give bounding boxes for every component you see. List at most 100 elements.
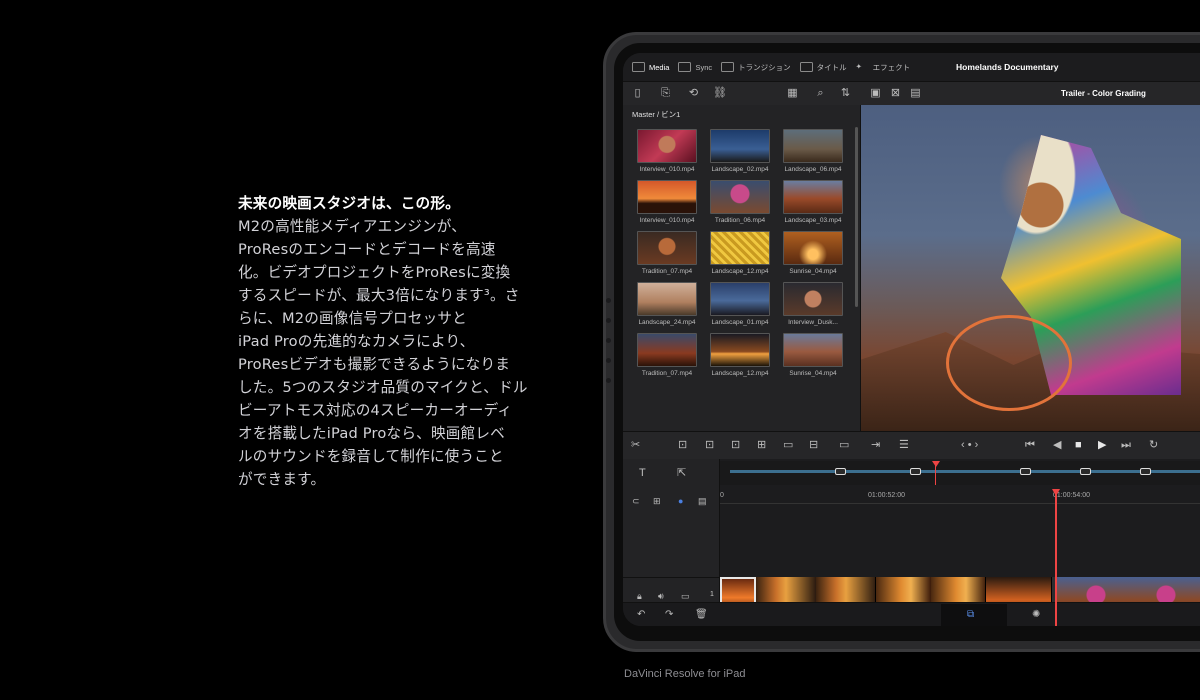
stop-icon[interactable]: ■ [1075,439,1082,452]
transition-icon [721,62,735,72]
cut-page-button[interactable]: ⧉ [941,604,1007,626]
panel-toggle-icon[interactable]: ▯ [631,87,644,99]
sync-icon [678,62,692,72]
clip-name: Landscape_01.mp4 [711,319,769,326]
clip-thumbnail[interactable]: Tradition_07.mp4 [637,231,697,275]
mini-timeline[interactable] [720,461,1200,485]
clip-tool-icon[interactable]: ⇱ [677,467,686,480]
play-icon[interactable]: ▶ [1098,439,1106,452]
camera-dot [606,358,611,363]
track-view-icon[interactable]: ▤ [698,495,707,508]
clip-thumbnail[interactable]: Landscape_01.mp4 [710,282,770,326]
camera-dot [606,338,611,343]
grid-view-icon[interactable]: ▦ [786,87,799,99]
import-icon[interactable]: ⎘ [659,87,672,99]
tab-media[interactable]: Media [632,62,669,72]
loop-icon[interactable]: ↻ [1149,439,1158,452]
video-viewer[interactable] [861,105,1200,431]
cut-page-icon: ⧉ [967,609,975,620]
image-view-icon[interactable]: ▣ [869,87,882,99]
tab-title[interactable]: タイトル [799,62,847,73]
clip-thumbnail[interactable]: Landscape_06.mp4 [783,129,843,173]
skip-back-icon[interactable]: ⏮ [1025,439,1035,452]
flag-icon[interactable]: ● [678,495,683,508]
edit-toolbar: ✂ ⊡ ⊡ ⊡ ⊞ ▭ ⊟ ▭ ⇥ ☰ ‹ • › ⏮ ◀ ■ ▶ ⏭ ↻ [623,431,1200,460]
redo-icon[interactable]: ↷ [665,609,673,620]
tab-transition[interactable]: トランジション [721,62,791,73]
skip-forward-icon[interactable]: ⏭ [1121,439,1131,452]
clip-thumbnail[interactable]: Sunrise_04.mp4 [783,231,843,275]
app-screen: Media Sync トランジション タイトル ✦ エフェクト Homeland… [623,53,1200,626]
title-tool-icon[interactable]: T [639,467,646,480]
relink-icon[interactable]: ⟲ [687,87,700,99]
blade-icon[interactable]: ✂ [631,439,640,452]
link-icon[interactable]: ⊞ [653,495,661,508]
fit-to-fill-icon[interactable]: ⊞ [757,439,766,452]
color-page-icon[interactable]: ✺ [1032,609,1040,620]
clip-thumbnail[interactable]: Interview_010.mp4 [637,129,697,173]
reverse-icon[interactable]: ◀ [1053,439,1061,452]
film-strip-icon[interactable]: ▤ [909,87,922,99]
clip-name: Interview_010.mp4 [639,166,695,173]
mini-playhead[interactable] [932,461,940,485]
toolbar: ▯ ⎘ ⟲ ⛓ ▦ ⌕ ⇅ ▣ ⊠ ▤ Trailer - Color Grad… [623,81,1200,107]
adjust-icon[interactable]: ☰ [899,439,909,452]
clip-thumbnail[interactable]: Landscape_12.mp4 [710,333,770,377]
unlink-icon[interactable]: ⛓ [713,87,727,99]
clip-thumbnail[interactable]: Landscape_12.mp4 [710,231,770,275]
snap-icon[interactable]: ⊂ [632,495,640,508]
replace-clip-icon[interactable]: ⊡ [731,439,740,452]
timecode-label: 01:00:52:00 [868,492,905,499]
tab-sync[interactable]: Sync [678,62,712,72]
track-label: 1 [710,591,714,598]
clip-thumbnail[interactable]: Landscape_24.mp4 [637,282,697,326]
viewer-frame-hoop [946,315,1072,411]
clip-thumbnail[interactable]: Sunrise_04.mp4 [783,333,843,377]
source-play-icon[interactable]: ⇥ [871,439,880,452]
search-icon[interactable]: ⌕ [814,87,827,99]
clip-thumbnail[interactable]: Tradition_06.mp4 [710,180,770,224]
place-on-top-icon[interactable]: ▭ [783,439,793,452]
timeline-ruler[interactable]: 0 01:00:52:00 01:00:54:00 [720,489,1200,504]
undo-icon[interactable]: ↶ [637,609,645,620]
timeline: T ⇱ ⊂ ⊞ ● ▤ 0 01:00:52:00 01:00:54:00 🔒︎… [623,459,1200,626]
media-pool-scrollbar[interactable] [855,127,858,307]
clip-name: Tradition_07.mp4 [641,268,693,275]
overwrite-clip-icon[interactable]: ⊡ [705,439,714,452]
append-icon[interactable]: ⊟ [809,439,818,452]
jog-control[interactable]: ‹ • › [961,439,978,452]
sort-icon[interactable]: ⇅ [839,87,852,99]
clip-thumbnail[interactable]: Interview_010.mp4 [637,180,697,224]
lock-icon[interactable]: 🔒︎ [637,591,642,602]
video-enable-icon[interactable]: ▭ [681,591,690,602]
audio-icon[interactable]: 🔊︎ [658,591,664,602]
body-text: M2の高性能メディアエンジンが、 ProResのエンコードとデコードを高速 化。… [238,218,528,488]
tab-effects[interactable]: ✦ エフェクト [856,62,911,73]
clip-name: Landscape_12.mp4 [711,268,769,275]
clip-thumbnail[interactable]: Interview_Dusk... [783,282,843,326]
clip-name: Landscape_02.mp4 [711,166,769,173]
trash-icon[interactable]: 🗑︎ [695,609,708,620]
clip-name: Interview_Dusk... [788,319,838,326]
timecode-label: 0 [720,492,724,499]
clip-thumbnail[interactable]: Landscape_03.mp4 [783,180,843,224]
title-icon [799,62,813,72]
clip-name: Landscape_12.mp4 [711,370,769,377]
clip-thumbnail[interactable]: Landscape_02.mp4 [710,129,770,173]
timeline-playhead[interactable] [1052,489,1059,626]
clip-name: Tradition_07.mp4 [641,370,693,377]
clip-name: Landscape_03.mp4 [784,217,842,224]
viewer-title[interactable]: Trailer - Color Grading [1061,89,1146,98]
clip-view-icon[interactable]: ⊠ [889,87,902,99]
caption: DaVinci Resolve for iPad [624,668,746,680]
media-icon [632,62,645,72]
clip-name: Landscape_24.mp4 [638,319,696,326]
clip-thumbnail[interactable]: Tradition_07.mp4 [637,333,697,377]
project-title: Homelands Documentary [956,62,1059,72]
marketing-copy: 未来の映画スタジオは、この形。 M2の高性能メディアエンジンが、 ProResの… [238,192,538,491]
ripple-icon[interactable]: ▭ [839,439,849,452]
media-pool: Master / ビン1 Interview_010.mp4 Landscape… [623,105,861,431]
insert-clip-icon[interactable]: ⊡ [678,439,687,452]
bin-breadcrumb[interactable]: Master / ビン1 [632,109,680,120]
mini-marker [1020,468,1031,475]
